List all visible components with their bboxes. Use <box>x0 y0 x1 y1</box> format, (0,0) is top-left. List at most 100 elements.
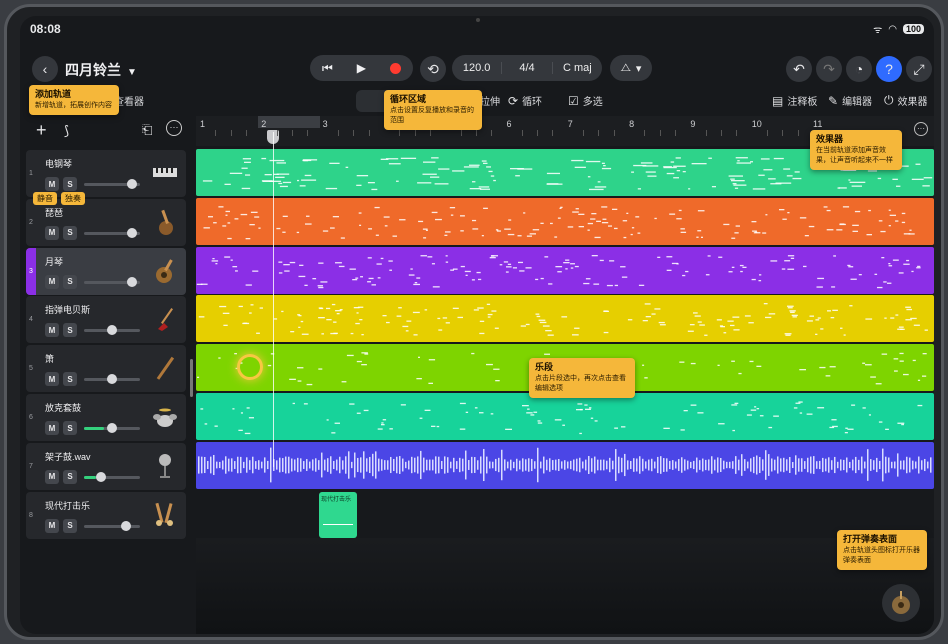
multiselect-tool[interactable]: ☑ 多选 <box>568 93 603 109</box>
volume-slider[interactable] <box>84 227 140 238</box>
effects-label: 效果器 <box>897 97 928 108</box>
volume-knob[interactable] <box>107 374 117 385</box>
help-button[interactable]: ? <box>876 56 902 82</box>
microphone-icon[interactable] <box>152 452 178 480</box>
volume-knob[interactable] <box>121 520 131 531</box>
region-content <box>198 447 932 483</box>
pipa-icon[interactable] <box>152 208 178 236</box>
bar-number: 8 <box>629 119 635 129</box>
loop-region-bar[interactable] <box>258 116 320 128</box>
scroll-indicator[interactable] <box>190 359 193 397</box>
piano-icon[interactable] <box>152 159 178 187</box>
fullscreen-button[interactable]: ⤢ <box>906 56 932 82</box>
tempo-value[interactable]: 120.0 <box>452 62 501 74</box>
solo-button[interactable]: S <box>63 421 77 435</box>
mute-button[interactable]: M <box>45 225 59 240</box>
solo-button[interactable]: S <box>63 177 77 191</box>
undo-button[interactable]: ↶ <box>786 56 812 82</box>
notes-board-button[interactable]: ▤ 注释板 <box>772 93 817 109</box>
bass-guitar-icon[interactable] <box>152 305 178 333</box>
track-region[interactable] <box>196 197 934 245</box>
track-header[interactable]: 7 架子鼓.wav M S <box>26 442 186 490</box>
metronome-button[interactable]: ⧍ ▾ <box>610 55 652 81</box>
volume-knob[interactable] <box>126 179 137 189</box>
arrangement-area[interactable] <box>196 148 934 538</box>
tablet-frame: 08:08 ᯤ ◠ 100 ‹ 四月铃兰 ▼ ⏮ ▶ ⟲ 120.0 4/4 C … <box>4 4 944 640</box>
track-region[interactable] <box>196 246 934 294</box>
track-header[interactable]: 6 放克套鼓 M S <box>26 394 186 441</box>
project-title-menu[interactable]: 四月铃兰 ▼ <box>65 60 137 80</box>
volume-slider[interactable] <box>84 179 140 189</box>
track-header[interactable]: 3 月琴 M S <box>26 247 186 295</box>
more-options-icon[interactable]: ··· <box>166 120 182 136</box>
tempo-panel[interactable]: 120.0 4/4 C maj <box>452 55 602 81</box>
mute-button[interactable]: M <box>45 469 59 484</box>
play-surface-button[interactable] <box>882 584 920 622</box>
yueqin-icon[interactable] <box>152 257 178 285</box>
track-region[interactable] <box>196 393 934 440</box>
volume-slider[interactable] <box>84 423 140 433</box>
gauge-icon: ◔ <box>854 61 864 77</box>
mute-button[interactable]: M <box>45 177 59 191</box>
automation-icon[interactable]: ⟆ <box>64 123 69 139</box>
rewind-button[interactable]: ⏮ <box>322 61 333 76</box>
clip-region[interactable]: 现代打击乐 <box>319 492 357 538</box>
bookmark-icon[interactable]: ⎗ <box>142 122 152 138</box>
tuner-button[interactable]: ◔ <box>846 56 872 82</box>
xiao-flute-icon[interactable] <box>152 354 178 382</box>
beat-tick <box>659 130 661 136</box>
track-header[interactable]: 4 指弹电贝斯 M S <box>26 296 186 344</box>
track-header[interactable]: 2 琵琶 M S <box>26 198 186 246</box>
volume-slider[interactable] <box>84 520 140 531</box>
track-header[interactable]: 8 现代打击乐 M S <box>26 491 186 539</box>
volume-knob[interactable] <box>126 227 137 238</box>
key-signature[interactable]: C maj <box>551 62 602 74</box>
beat-tick <box>307 130 309 136</box>
volume-slider[interactable] <box>84 374 140 385</box>
volume-knob[interactable] <box>107 423 117 433</box>
stretch-tool[interactable]: 拉伸 <box>480 93 500 108</box>
mute-button[interactable]: M <box>45 323 59 338</box>
empty-arrangement-area[interactable] <box>196 538 934 634</box>
drum-kit-icon[interactable] <box>152 403 178 431</box>
ruler-more-icon[interactable]: ··· <box>914 122 928 136</box>
volume-slider[interactable] <box>84 325 140 336</box>
volume-knob[interactable] <box>107 325 117 336</box>
mute-button[interactable]: M <box>45 421 59 435</box>
loop-label: 循环 <box>522 97 543 108</box>
tip-loop-title: 循环区域 <box>390 94 427 104</box>
solo-button[interactable]: S <box>63 225 77 240</box>
checkbox-icon: ☑ <box>568 93 579 108</box>
redo-button[interactable]: ↷ <box>816 56 842 82</box>
track-header[interactable]: 5 箫MS <box>26 345 186 393</box>
track-header[interactable]: 1 电钢琴 M S <box>26 150 186 197</box>
record-button[interactable] <box>390 62 401 74</box>
percussion-icon[interactable] <box>152 501 178 529</box>
time-signature[interactable]: 4/4 <box>501 62 551 74</box>
mute-button[interactable]: M <box>45 274 59 289</box>
solo-button[interactable]: S <box>63 469 77 484</box>
effects-button[interactable]: ⏻ 效果器 <box>884 93 928 108</box>
project-title: 四月铃兰 <box>65 62 121 78</box>
back-button[interactable]: ‹ <box>32 56 58 82</box>
loop-toggle-button[interactable]: ⟲ <box>420 56 446 82</box>
mute-button[interactable]: M <box>45 518 59 533</box>
clip-note-line <box>323 524 353 525</box>
volume-knob[interactable] <box>95 471 106 482</box>
mute-button[interactable]: M <box>45 372 59 387</box>
solo-button[interactable]: S <box>63 372 77 387</box>
bar-number: 6 <box>506 119 512 129</box>
tip-effects: 效果器 在当前轨道添加声音效果，让声音听起来不一样 <box>810 130 902 170</box>
track-region[interactable] <box>196 295 934 343</box>
loop-tool[interactable]: ⟳ 循环 <box>508 93 543 109</box>
editor-button[interactable]: ✎ 编辑器 <box>828 93 872 109</box>
add-track-icon[interactable]: + <box>36 120 47 141</box>
volume-slider[interactable] <box>84 276 140 287</box>
play-button[interactable]: ▶ <box>357 61 366 75</box>
solo-button[interactable]: S <box>63 518 77 533</box>
solo-button[interactable]: S <box>63 323 77 338</box>
volume-slider[interactable] <box>84 471 140 482</box>
volume-knob[interactable] <box>126 276 137 287</box>
track-region[interactable] <box>196 441 934 489</box>
solo-button[interactable]: S <box>63 274 77 289</box>
